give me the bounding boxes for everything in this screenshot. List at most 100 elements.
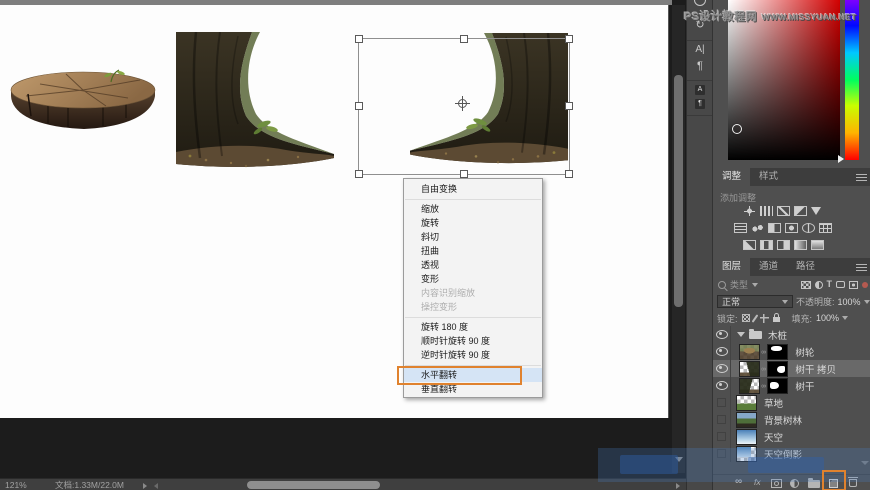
layer-name[interactable]: 树轮 (795, 345, 814, 359)
menu-item-rotate-90-cw[interactable]: 顺时针旋转 90 度 (404, 334, 542, 348)
layer-name[interactable]: 天空 (764, 430, 783, 444)
filter-adjustment-layers-icon[interactable] (814, 280, 823, 289)
gradient-map-icon[interactable] (794, 240, 807, 250)
layer-thumbnail[interactable] (736, 428, 757, 445)
color-lookup-icon[interactable] (819, 223, 832, 233)
panel-menu-icon[interactable] (856, 264, 867, 271)
layer-name[interactable]: 树干 (795, 379, 814, 393)
fill-input[interactable]: 100% (816, 312, 849, 325)
visibility-toggle[interactable] (713, 377, 731, 394)
visibility-toggle[interactable] (713, 394, 731, 411)
chevron-down-icon[interactable] (842, 316, 849, 320)
layer-row[interactable]: 天空 (713, 428, 870, 445)
layer-mask-thumbnail[interactable] (767, 343, 789, 360)
chevron-down-icon[interactable] (863, 299, 870, 304)
transform-bounding-box[interactable] (355, 35, 573, 178)
menu-item-scale[interactable]: 缩放 (404, 202, 542, 216)
blend-mode-select[interactable]: 正常 (717, 295, 793, 308)
status-arrow-icon[interactable] (154, 482, 158, 489)
selective-color-icon[interactable] (811, 240, 824, 250)
tab-styles[interactable]: 样式 (750, 168, 787, 186)
transform-handle-bottom-right[interactable] (565, 170, 573, 178)
menu-item-skew[interactable]: 斜切 (404, 230, 542, 244)
visibility-toggle[interactable] (713, 326, 731, 343)
transform-handle-mid-right[interactable] (565, 102, 573, 110)
channel-mixer-icon[interactable] (802, 223, 815, 233)
layer-row-group[interactable]: 木桩 (713, 326, 870, 343)
menu-item-rotate-90-ccw[interactable]: 逆时针旋转 90 度 (404, 348, 542, 362)
levels-icon[interactable] (760, 206, 773, 216)
hue-slider-marker[interactable] (838, 155, 844, 163)
tab-layers[interactable]: 图层 (713, 258, 751, 276)
transform-reference-point[interactable] (455, 96, 470, 111)
transform-handle-bottom-center[interactable] (460, 170, 468, 178)
tab-paths[interactable]: 路径 (787, 258, 824, 276)
invert-icon[interactable] (743, 240, 756, 250)
chevron-down-icon[interactable] (752, 282, 759, 287)
layer-name[interactable]: 木桩 (768, 328, 787, 342)
clock-icon[interactable] (694, 0, 706, 6)
visibility-toggle[interactable] (713, 411, 731, 428)
threshold-icon[interactable] (777, 240, 790, 250)
opacity-input[interactable]: 100% (838, 295, 870, 308)
menu-item-warp[interactable]: 变形 (404, 272, 542, 286)
brightness-contrast-icon[interactable] (743, 206, 756, 216)
layer-row[interactable]: 8 树轮 (713, 343, 870, 360)
color-balance-icon[interactable] (751, 223, 764, 233)
layer-name[interactable]: 背景树林 (764, 413, 802, 427)
mask-link-icon[interactable]: 8 (760, 367, 766, 370)
layer-thumbnail[interactable] (739, 377, 760, 394)
vertical-scrollbar[interactable] (672, 5, 685, 473)
black-white-icon[interactable] (768, 223, 781, 233)
transform-handle-top-right[interactable] (565, 35, 573, 43)
transform-handle-bottom-left[interactable] (355, 170, 363, 178)
photo-filter-icon[interactable] (785, 223, 798, 233)
layer-thumbnail[interactable] (736, 394, 757, 411)
paragraph-panel-icon[interactable]: ¶ (687, 60, 713, 72)
vertical-scrollbar-thumb[interactable] (674, 75, 683, 307)
group-expand-icon[interactable] (737, 332, 745, 337)
menu-item-rotate[interactable]: 旋转 (404, 216, 542, 230)
filter-pixel-layers-icon[interactable] (800, 280, 811, 289)
layer-row[interactable]: 背景树林 (713, 411, 870, 428)
visibility-toggle[interactable] (713, 360, 731, 377)
layer-row-selected[interactable]: 8 树干 拷贝 (713, 360, 870, 377)
character-panel-icon[interactable]: A| (687, 44, 713, 55)
zoom-level[interactable]: 121% (5, 479, 27, 490)
hue-saturation-icon[interactable] (734, 223, 747, 233)
tab-adjustments[interactable]: 调整 (713, 168, 751, 186)
layer-name[interactable]: 草地 (764, 396, 783, 410)
transform-handle-top-left[interactable] (355, 35, 363, 43)
document-canvas[interactable] (0, 5, 669, 418)
layer-mask-thumbnail[interactable] (767, 360, 789, 377)
filter-smart-object-icon[interactable] (849, 280, 858, 289)
exposure-icon[interactable] (794, 206, 807, 216)
layer-thumbnail[interactable] (736, 411, 757, 428)
paragraph-styles-panel-icon[interactable]: ¶ (695, 99, 705, 109)
status-arrow-icon[interactable] (143, 482, 147, 489)
posterize-icon[interactable] (760, 240, 773, 250)
vibrance-icon[interactable] (811, 207, 821, 215)
lock-position-icon[interactable] (759, 313, 769, 323)
layer-name[interactable]: 树干 拷贝 (795, 362, 836, 376)
filter-type-layers-icon[interactable]: T (827, 280, 833, 289)
lock-all-icon[interactable] (772, 313, 780, 322)
horizontal-scrollbar-thumb[interactable] (247, 481, 380, 489)
visibility-toggle[interactable] (713, 343, 731, 360)
layer-row[interactable]: 草地 (713, 394, 870, 411)
mask-link-icon[interactable]: 8 (760, 350, 766, 353)
layer-mask-thumbnail[interactable] (767, 377, 789, 394)
tab-channels[interactable]: 通道 (750, 258, 787, 276)
menu-item-distort[interactable]: 扭曲 (404, 244, 542, 258)
panel-menu-icon[interactable] (856, 174, 867, 181)
lock-image-pixels-icon[interactable] (751, 313, 758, 323)
menu-item-rotate-180[interactable]: 旋转 180 度 (404, 320, 542, 334)
layer-thumbnail[interactable] (739, 343, 760, 360)
menu-item-free-transform[interactable]: 自由变换 (404, 182, 542, 196)
mask-link-icon[interactable]: 8 (760, 384, 766, 387)
filter-kind-label[interactable]: 类型 (730, 278, 748, 291)
layer-thumbnail[interactable] (739, 360, 760, 377)
visibility-toggle[interactable] (713, 428, 731, 445)
lock-transparent-pixels-icon[interactable] (741, 314, 750, 322)
filter-shape-layers-icon[interactable] (836, 281, 845, 288)
